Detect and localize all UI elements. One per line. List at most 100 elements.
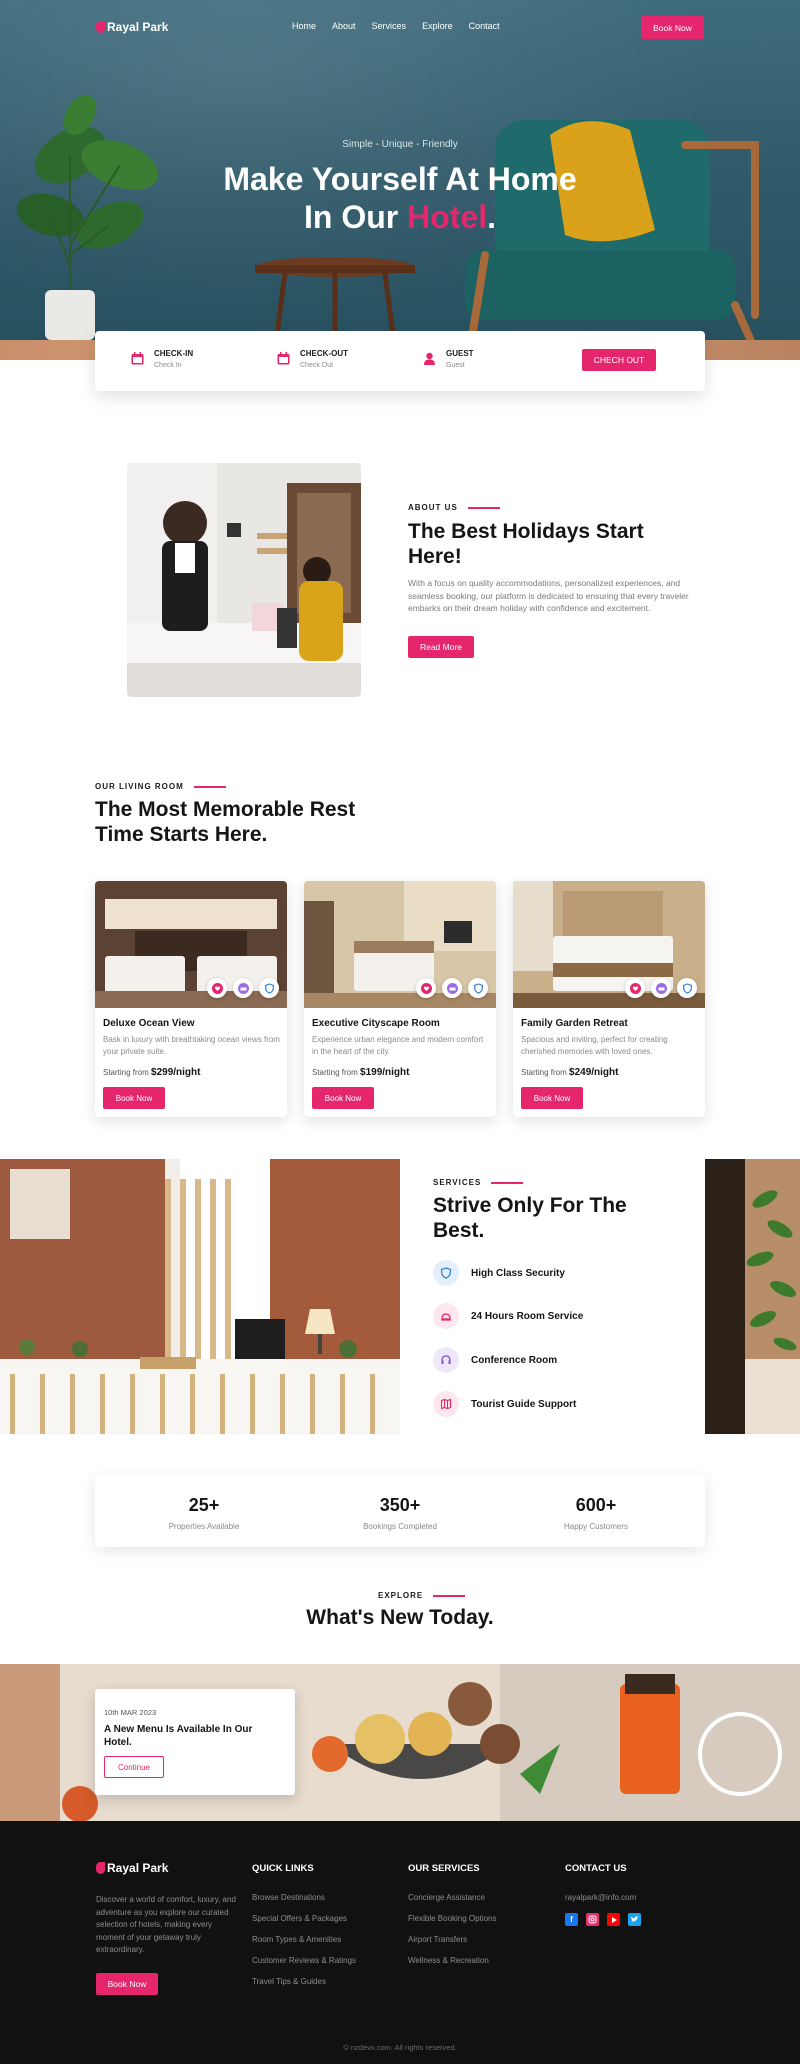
room-description: Bask in luxury with breathtaking ocean v…	[103, 1035, 280, 1056]
calendar-icon	[131, 352, 144, 365]
footer-link[interactable]: Airport Transfers	[408, 1935, 467, 1944]
hero-title-highlight: Hotel	[407, 199, 488, 235]
service-item: High Class Security	[433, 1260, 565, 1286]
room-price: Starting from $249/night	[521, 1067, 619, 1078]
instagram-icon[interactable]	[586, 1913, 599, 1926]
checkin-value: Check In	[154, 362, 182, 369]
footer-about-text: Discover a world of comfort, luxury, and…	[96, 1895, 236, 1954]
footer-link[interactable]: Room Types & Amenities	[252, 1935, 341, 1944]
service-item: 24 Hours Room Service	[433, 1303, 583, 1329]
stat-value: 600+	[575, 1495, 617, 1515]
read-more-button[interactable]: Read More	[408, 636, 474, 658]
footer-link[interactable]: Browse Destinations	[252, 1893, 325, 1902]
footer-link[interactable]: Travel Tips & Guides	[252, 1977, 326, 1986]
footer-book-now-button[interactable]: Book Now	[96, 1973, 158, 1995]
about-text: With a focus on quality accommodations, …	[408, 578, 689, 613]
nav-contact[interactable]: Contact	[469, 21, 500, 31]
brand-name: Rayal Park	[107, 20, 169, 34]
news-title: A New Menu Is Available In Our Hotel.	[104, 1724, 253, 1748]
rooms-title: The Most Memorable Rest Time Starts Here…	[95, 798, 356, 846]
service-item: Tourist Guide Support	[433, 1391, 576, 1417]
shield-icon[interactable]	[677, 978, 697, 998]
heart-icon[interactable]	[625, 978, 645, 998]
service-item: Conference Room	[433, 1347, 557, 1373]
checkin-field[interactable]: CHECK-IN Check In	[131, 349, 193, 369]
room-name: Deluxe Ocean View	[103, 1018, 195, 1029]
shield-icon[interactable]	[259, 978, 279, 998]
headset-icon	[433, 1347, 459, 1373]
facebook-icon[interactable]: f	[565, 1913, 578, 1926]
footer-brand-name: Rayal Park	[107, 1861, 169, 1875]
room-name: Executive Cityscape Room	[312, 1018, 440, 1029]
calendar-icon	[277, 352, 290, 365]
footer-logo[interactable]: Rayal Park	[96, 1861, 168, 1875]
nav-explore[interactable]: Explore	[422, 21, 453, 31]
room-book-now-button[interactable]: Book Now	[103, 1087, 165, 1109]
room-service-icon	[433, 1303, 459, 1329]
room-price: Starting from $199/night	[312, 1067, 410, 1078]
footer-link[interactable]: Concierge Assistance	[408, 1893, 485, 1902]
checkout-value: Check Out	[300, 362, 334, 369]
check-out-button[interactable]: CHECH OUT	[582, 349, 656, 371]
contact-us-title: CONTACT US	[565, 1863, 627, 1874]
room-book-now-button[interactable]: Book Now	[312, 1087, 374, 1109]
room-card: Deluxe Ocean View Bask in luxury with br…	[95, 881, 287, 1117]
footer-link[interactable]: Special Offers & Packages	[252, 1914, 347, 1923]
bed-icon[interactable]	[442, 978, 462, 998]
hero-title-line2: In Our Hotel.	[304, 199, 496, 235]
guest-field[interactable]: GUEST Guest	[423, 349, 474, 369]
footer-link[interactable]: Customer Reviews & Ratings	[252, 1956, 356, 1965]
lobby-photo	[0, 1159, 400, 1434]
heart-icon[interactable]	[416, 978, 436, 998]
about-eyebrow: ABOUT US	[408, 503, 500, 512]
stat-value: 350+	[379, 1495, 421, 1515]
nav-home[interactable]: Home	[292, 21, 316, 31]
brand-logo[interactable]: Rayal Park	[96, 20, 168, 34]
rooms-eyebrow: OUR LIVING ROOM	[95, 782, 226, 791]
stat-item: 600+ Happy Customers	[516, 1495, 676, 1531]
shield-icon[interactable]	[468, 978, 488, 998]
footer-link[interactable]: Flexible Booking Options	[408, 1914, 497, 1923]
main-nav: Home About Services Explore Contact	[292, 21, 500, 31]
plant-photo	[705, 1159, 800, 1434]
hero-title-line1: Make Yourself At Home	[223, 161, 577, 197]
twitter-icon[interactable]	[628, 1913, 641, 1926]
stat-label: Happy Customers	[563, 1522, 629, 1531]
heart-icon[interactable]	[207, 978, 227, 998]
social-links: f	[565, 1913, 641, 1926]
stat-label: Bookings Completed	[363, 1522, 437, 1531]
bed-icon[interactable]	[651, 978, 671, 998]
stat-item: 350+ Bookings Completed	[320, 1495, 480, 1531]
room-card: Family Garden Retreat Spacious and invit…	[513, 881, 705, 1117]
logo-icon	[96, 1862, 105, 1874]
nav-services[interactable]: Services	[372, 21, 407, 31]
our-services-title: OUR SERVICES	[408, 1863, 480, 1874]
room-description: Spacious and inviting, perfect for creat…	[521, 1035, 668, 1056]
stat-item: 25+ Properties Available	[124, 1495, 284, 1531]
bed-icon[interactable]	[233, 978, 253, 998]
continue-button[interactable]: Continue	[104, 1756, 164, 1778]
footer-link[interactable]: Wellness & Recreation	[408, 1956, 489, 1965]
room-book-now-button[interactable]: Book Now	[521, 1087, 583, 1109]
guest-label: GUEST	[446, 349, 474, 358]
services-eyebrow: SERVICES	[433, 1178, 524, 1187]
explore-title: What's New Today.	[306, 1606, 494, 1629]
hero-tagline: Simple - Unique - Friendly	[342, 139, 458, 150]
checkin-label: CHECK-IN	[154, 349, 194, 358]
contact-email[interactable]: rayalpark@info.com	[565, 1893, 636, 1902]
hero-title: Make Yourself At Home In Our Hotel.	[0, 160, 800, 236]
stat-value: 25+	[188, 1495, 220, 1515]
checkout-field[interactable]: CHECK-OUT Check Out	[277, 349, 348, 369]
checkout-label: CHECK-OUT	[300, 349, 348, 358]
room-price: Starting from $299/night	[103, 1067, 201, 1078]
nav-about[interactable]: About	[332, 21, 356, 31]
youtube-icon[interactable]	[607, 1913, 620, 1926]
book-now-button[interactable]: Book Now	[641, 16, 704, 39]
shield-icon	[433, 1260, 459, 1286]
room-card: Executive Cityscape Room Experience urba…	[304, 881, 496, 1117]
reception-photo	[127, 463, 361, 697]
news-date: 10th MAR 2023	[104, 1708, 157, 1717]
logo-icon	[96, 21, 105, 33]
news-card[interactable]: 10th MAR 2023 A New Menu Is Available In…	[95, 1689, 295, 1795]
explore-eyebrow: EXPLORE	[378, 1591, 466, 1600]
